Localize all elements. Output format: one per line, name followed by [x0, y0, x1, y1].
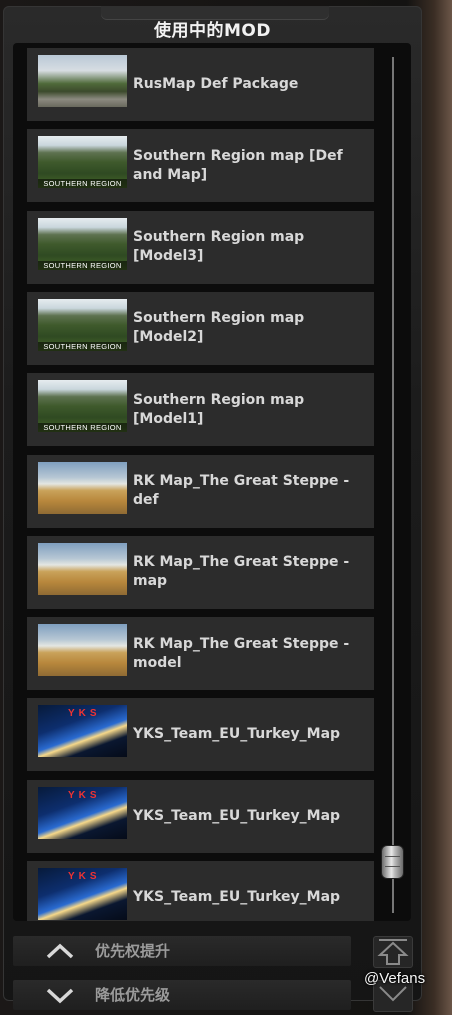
- mod-thumbnail: YKS: [38, 786, 127, 839]
- priority-down-button[interactable]: 降低优先级: [13, 980, 351, 1010]
- mod-thumbnail: SOUTHERN REGION: [38, 217, 127, 270]
- mod-thumbnail: SOUTHERN REGION: [38, 298, 127, 351]
- priority-down-label: 降低优先级: [95, 986, 171, 1004]
- mod-name: Southern Region map [Def and Map]: [133, 147, 343, 183]
- priority-up-label: 优先权提升: [95, 942, 171, 960]
- mod-name: Southern Region map [Model2]: [133, 310, 305, 346]
- move-to-top-button[interactable]: [373, 936, 413, 968]
- thumbnail-logo-text: YKS: [68, 789, 101, 801]
- thumbnail-caption: SOUTHERN REGION: [38, 341, 127, 351]
- mod-list-item[interactable]: RK Map_The Great Steppe - model: [27, 617, 374, 691]
- mod-list-item[interactable]: RusMap Def Package: [27, 48, 374, 121]
- mod-thumbnail: YKS: [38, 868, 127, 920]
- mod-thumbnail: SOUTHERN REGION: [38, 136, 127, 189]
- mod-name: YKS_Team_EU_Turkey_Map: [133, 807, 341, 824]
- mod-list-item[interactable]: SOUTHERN REGION Southern Region map [Mode…: [27, 210, 374, 284]
- arrow-up-top-icon: [377, 939, 409, 965]
- thumbnail-caption: SOUTHERN REGION: [38, 423, 127, 433]
- mod-name: YKS_Team_EU_Turkey_Map: [133, 889, 341, 905]
- mod-name: RK Map_The Great Steppe - map: [133, 554, 350, 590]
- mod-name: RK Map_The Great Steppe - model: [133, 635, 350, 671]
- mod-thumbnail: [38, 624, 127, 677]
- mod-thumbnail: [38, 542, 127, 595]
- mod-thumbnail: [38, 55, 127, 107]
- thumbnail-logo-text: YKS: [68, 871, 101, 882]
- thumbnail-caption: SOUTHERN REGION: [38, 179, 127, 189]
- mod-name: Southern Region map [Model3]: [133, 229, 305, 265]
- thumbnail-logo-text: YKS: [68, 708, 101, 720]
- mod-list-item[interactable]: SOUTHERN REGION Southern Region map [Mode…: [27, 291, 374, 365]
- mod-list-item[interactable]: RK Map_The Great Steppe - def: [27, 454, 374, 528]
- mod-list-item[interactable]: YKS YKS_Team_EU_Turkey_Map: [27, 779, 374, 853]
- mod-thumbnail: [38, 461, 127, 514]
- mod-list-item[interactable]: YKS YKS_Team_EU_Turkey_Map: [27, 861, 374, 921]
- mod-list-item[interactable]: YKS YKS_Team_EU_Turkey_Map: [27, 698, 374, 772]
- mod-thumbnail: SOUTHERN REGION: [38, 380, 127, 433]
- mod-name: YKS_Team_EU_Turkey_Map: [133, 726, 341, 743]
- mod-name: RusMap Def Package: [133, 76, 299, 92]
- mod-thumbnail: YKS: [38, 705, 127, 758]
- chevron-up-icon: [46, 943, 74, 959]
- priority-up-button[interactable]: 优先权提升: [13, 936, 351, 966]
- mod-name: Southern Region map [Model1]: [133, 391, 305, 427]
- chevron-down-icon: [46, 988, 74, 1004]
- mod-list-item[interactable]: SOUTHERN REGION Southern Region map [Def …: [27, 129, 374, 203]
- watermark: @Vefans: [364, 970, 426, 987]
- mod-list-item[interactable]: RK Map_The Great Steppe - map: [27, 535, 374, 609]
- mod-name: RK Map_The Great Steppe - def: [133, 473, 350, 508]
- mod-list[interactable]: YKS YKS_Team_EU_Turkey_Map YKS YKS_Team_EU_…: [13, 43, 411, 921]
- mod-list-item[interactable]: SOUTHERN REGION Southern Region map [Mode…: [27, 373, 374, 447]
- scrollbar-thumb[interactable]: [382, 846, 403, 878]
- thumbnail-caption: SOUTHERN REGION: [38, 260, 127, 270]
- panel-title: 使用中的MOD: [154, 21, 271, 41]
- scrollbar-track[interactable]: [392, 57, 394, 913]
